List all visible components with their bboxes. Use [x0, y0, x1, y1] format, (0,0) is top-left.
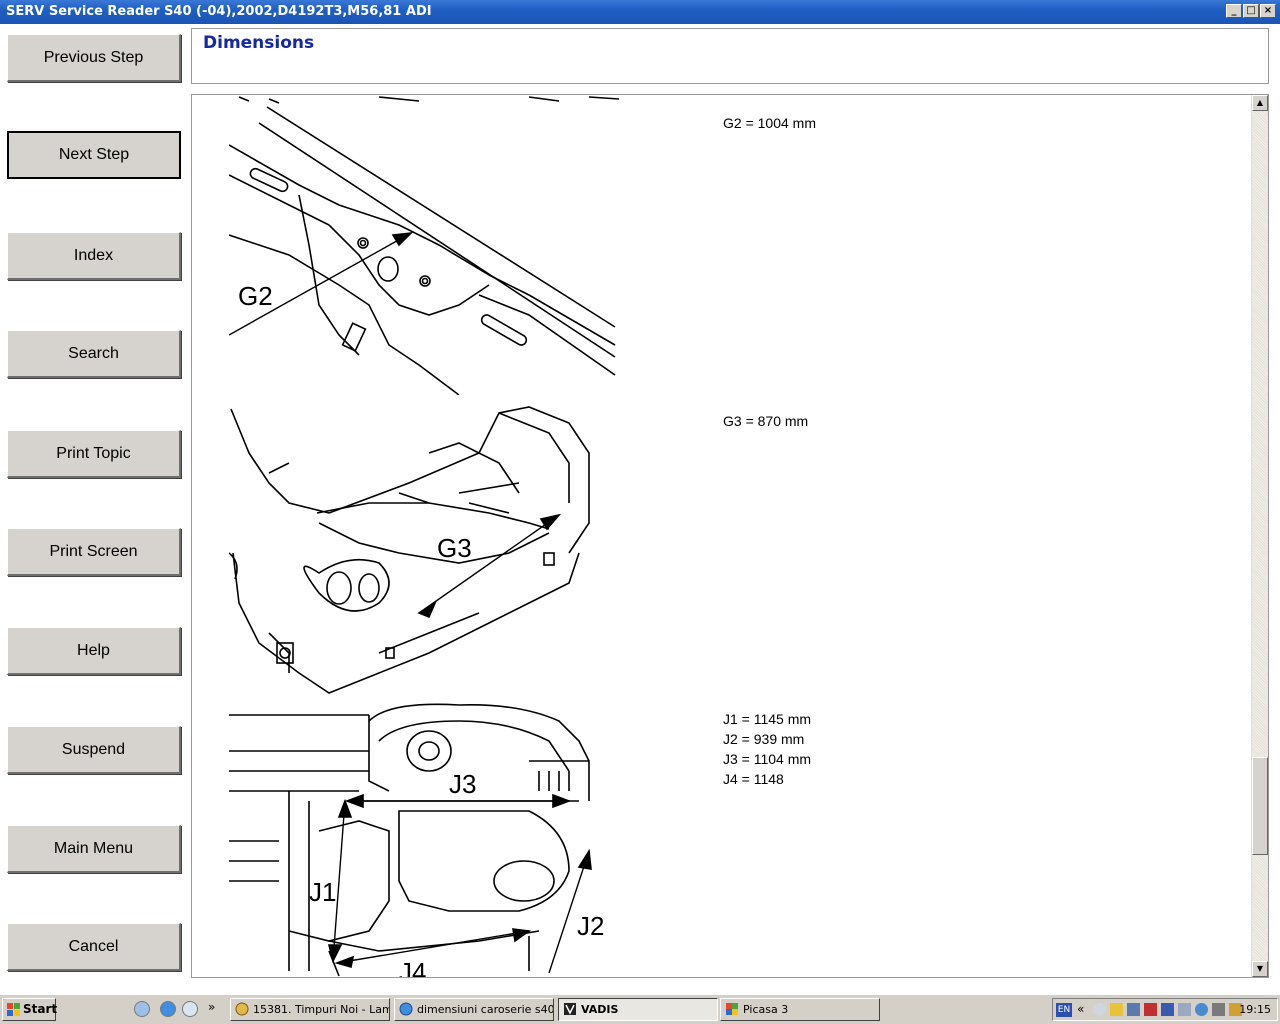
task-dimensiuni-caroserie[interactable]: dimensiuni caroserie s40 ... — [394, 998, 554, 1021]
clock: 19:15 — [1239, 1003, 1271, 1016]
tray-volume-icon[interactable] — [1212, 1003, 1225, 1016]
window-title-bar: SERV Service Reader S40 (-04),2002,D4192… — [0, 0, 1280, 24]
tray-device-icon[interactable] — [1178, 1003, 1191, 1016]
scroll-down-icon[interactable]: ▼ — [1252, 961, 1268, 977]
task-vadis[interactable]: VADIS — [558, 998, 718, 1021]
j4-callout-label: J4 — [399, 957, 427, 978]
vadis-icon — [564, 1003, 576, 1015]
j2-measurement: J2 = 939 mm — [723, 731, 805, 747]
topic-header: Dimensions — [191, 28, 1269, 84]
start-button[interactable]: Start — [2, 998, 58, 1021]
j3-callout-label: J3 — [449, 769, 477, 799]
ie-icon — [399, 1002, 413, 1016]
suspend-button[interactable]: Suspend — [7, 726, 181, 774]
tray-update-icon[interactable] — [1195, 1003, 1208, 1016]
j-measurements: J1 = 1145 mm J2 = 939 mm J3 = 1104 mm J4… — [723, 709, 811, 789]
window-title: SERV Service Reader S40 (-04),2002,D4192… — [6, 4, 432, 19]
j1-callout-label: J1 — [309, 877, 337, 907]
j-diagram — [229, 703, 592, 977]
index-button[interactable]: Index — [7, 232, 181, 280]
media-player-icon — [235, 1002, 249, 1016]
g2-measurement: G2 = 1004 mm — [723, 115, 816, 131]
language-indicator[interactable]: EN — [1056, 1003, 1072, 1017]
page-title: Dimensions — [203, 33, 315, 53]
main-menu-button[interactable]: Main Menu — [7, 825, 181, 873]
close-icon[interactable]: × — [1260, 4, 1276, 18]
scroll-up-icon[interactable]: ▲ — [1252, 95, 1268, 111]
g3-callout-label: G3 — [437, 533, 472, 563]
cancel-button[interactable]: Cancel — [7, 923, 181, 971]
j3-measurement: J3 = 1104 mm — [723, 751, 812, 767]
tray-messenger-icon[interactable] — [1093, 1003, 1106, 1016]
tray-antivirus-icon[interactable] — [1144, 1003, 1157, 1016]
vertical-scrollbar[interactable]: ▲ ▼ — [1251, 95, 1268, 977]
print-screen-button[interactable]: Print Screen — [7, 528, 181, 576]
scrollbar-thumb[interactable] — [1252, 757, 1268, 855]
tray-expand-icon[interactable]: « — [1077, 1002, 1084, 1016]
previous-step-button[interactable]: Previous Step — [7, 34, 181, 82]
j4-measurement: J4 = 1148 — [723, 771, 784, 787]
next-step-button[interactable]: Next Step — [7, 131, 181, 179]
help-button[interactable]: Help — [7, 627, 181, 675]
quicklaunch-bs-icon[interactable] — [134, 1001, 150, 1017]
g2-diagram — [229, 96, 619, 395]
g3-measurement: G3 = 870 mm — [723, 413, 809, 429]
quicklaunch-desktop-icon[interactable] — [182, 1001, 198, 1017]
system-tray: EN « 19:15 — [1052, 998, 1278, 1021]
tray-network-icon[interactable] — [1127, 1003, 1140, 1016]
quicklaunch-more-icon[interactable]: » — [208, 1000, 215, 1014]
j1-measurement: J1 = 1145 mm — [723, 711, 812, 727]
task-picasa[interactable]: Picasa 3 — [720, 998, 880, 1021]
taskbar: Start » 15381. Timpuri Noi - Lamî... dim… — [0, 994, 1280, 1024]
quicklaunch-ie-icon[interactable] — [160, 1001, 176, 1017]
tray-monitor-icon[interactable] — [1161, 1003, 1174, 1016]
print-topic-button[interactable]: Print Topic — [7, 430, 181, 478]
g3-diagram — [229, 406, 590, 694]
tray-shield-icon[interactable] — [1110, 1003, 1123, 1016]
windows-logo-icon — [7, 1003, 20, 1016]
navigation-panel: Previous Step Next Step Index Search Pri… — [0, 24, 190, 994]
g2-callout-label: G2 — [238, 281, 273, 311]
picasa-icon — [726, 1003, 738, 1015]
content-area[interactable]: G2 G3 J3 J1 J2 J4 G2 = 1004 mm G3 = 870 … — [191, 94, 1269, 978]
j2-callout-label: J2 — [577, 911, 605, 941]
minimize-icon[interactable]: _ — [1226, 4, 1242, 18]
start-label: Start — [23, 1002, 58, 1016]
search-button[interactable]: Search — [7, 330, 181, 378]
maximize-icon[interactable]: □ — [1243, 4, 1259, 18]
task-timpuri-noi[interactable]: 15381. Timpuri Noi - Lamî... — [230, 998, 390, 1021]
